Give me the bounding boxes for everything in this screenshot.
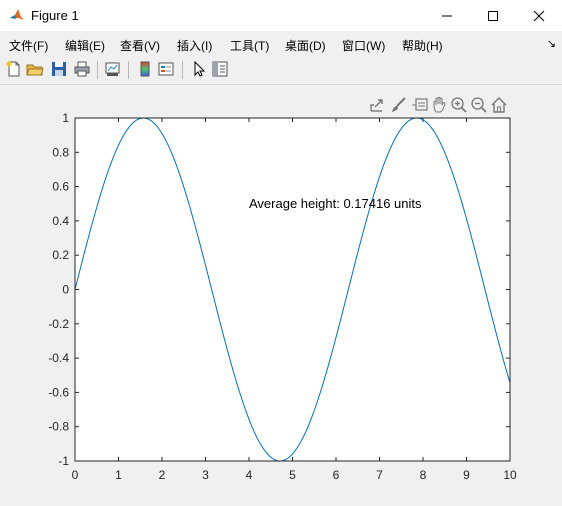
y-tick-label: -0.2 [48, 317, 69, 331]
plot-svg: 1 0.8 0.6 0.4 0.2 0 -0.2 -0.4 -0.6 -0.8 -1 0 1 2 3 4 5 6… [48, 111, 517, 482]
maximize-icon [488, 10, 498, 21]
menu-edit[interactable]: 编辑(E) [65, 37, 105, 54]
figure-canvas: 1 0.8 0.6 0.4 0.2 0 -0.2 -0.4 -0.6 -0.8 -1 0 1 2 3 4 5 6… [0, 85, 562, 506]
x-tick-label: 10 [503, 468, 517, 482]
toolbar-separator [182, 61, 183, 79]
x-tick-label: 1 [115, 468, 122, 482]
axes-background[interactable] [75, 118, 510, 461]
y-tick-label: 0.6 [52, 180, 69, 194]
maximize-button[interactable] [470, 0, 516, 31]
y-tick-label: -0.4 [48, 351, 69, 365]
zoom-in-icon[interactable] [450, 96, 468, 114]
figure-toolbar [0, 56, 562, 85]
y-tick-label: 0.4 [52, 214, 69, 228]
home-icon[interactable] [490, 96, 508, 114]
matlab-logo-icon [9, 7, 25, 23]
legend-icon[interactable] [157, 60, 175, 78]
brush-icon[interactable] [390, 96, 408, 114]
menu-tools[interactable]: 工具(T) [230, 37, 269, 54]
data-tips-icon[interactable] [411, 96, 429, 114]
pointer-icon[interactable] [190, 60, 208, 78]
y-tick-label: -0.6 [48, 385, 69, 399]
y-tick-label: 0.2 [52, 248, 69, 262]
minimize-icon [442, 15, 452, 16]
menu-desktop[interactable]: 桌面(D) [285, 37, 326, 54]
menu-overflow-icon[interactable]: ↘ [547, 37, 556, 50]
x-tick-label: 0 [72, 468, 79, 482]
print-icon[interactable] [73, 60, 91, 78]
title-bar: Figure 1 [0, 0, 562, 31]
property-inspector-icon[interactable] [211, 60, 229, 78]
average-height-annotation: Average height: 0.17416 units [249, 196, 422, 211]
export-icon[interactable] [368, 96, 386, 114]
y-tick-label: -1 [58, 454, 69, 468]
minimize-button[interactable] [424, 0, 470, 31]
menu-insert[interactable]: 插入(I) [177, 37, 212, 54]
close-button[interactable] [516, 0, 562, 31]
open-file-icon[interactable] [26, 60, 44, 78]
menu-help[interactable]: 帮助(H) [402, 37, 443, 54]
toolbar-separator [128, 61, 129, 79]
menu-window[interactable]: 窗口(W) [342, 37, 385, 54]
close-icon [533, 10, 545, 21]
x-tick-label: 7 [376, 468, 383, 482]
y-tick-label: 1 [62, 111, 69, 125]
x-tick-label: 6 [333, 468, 340, 482]
menu-view[interactable]: 查看(V) [120, 37, 160, 54]
x-tick-label: 3 [202, 468, 209, 482]
x-tick-label: 5 [289, 468, 296, 482]
menu-file[interactable]: 文件(F) [9, 37, 48, 54]
y-tick-label: -0.8 [48, 420, 69, 434]
x-tick-label: 2 [159, 468, 166, 482]
x-tick-label: 8 [420, 468, 427, 482]
link-plot-icon[interactable] [104, 60, 122, 78]
colorbar-icon[interactable] [136, 60, 154, 78]
x-tick-label: 9 [463, 468, 470, 482]
menu-bar: 文件(F) 编辑(E) 查看(V) 插入(I) 工具(T) 桌面(D) 窗口(W… [0, 31, 562, 56]
pan-icon[interactable] [431, 96, 449, 114]
y-tick-label: 0.8 [52, 145, 69, 159]
save-icon[interactable] [50, 60, 68, 78]
window-title: Figure 1 [31, 8, 79, 23]
y-tick-label: 0 [62, 283, 69, 297]
new-figure-icon[interactable] [5, 60, 23, 78]
zoom-out-icon[interactable] [470, 96, 488, 114]
x-tick-label: 4 [246, 468, 253, 482]
toolbar-separator [97, 61, 98, 79]
